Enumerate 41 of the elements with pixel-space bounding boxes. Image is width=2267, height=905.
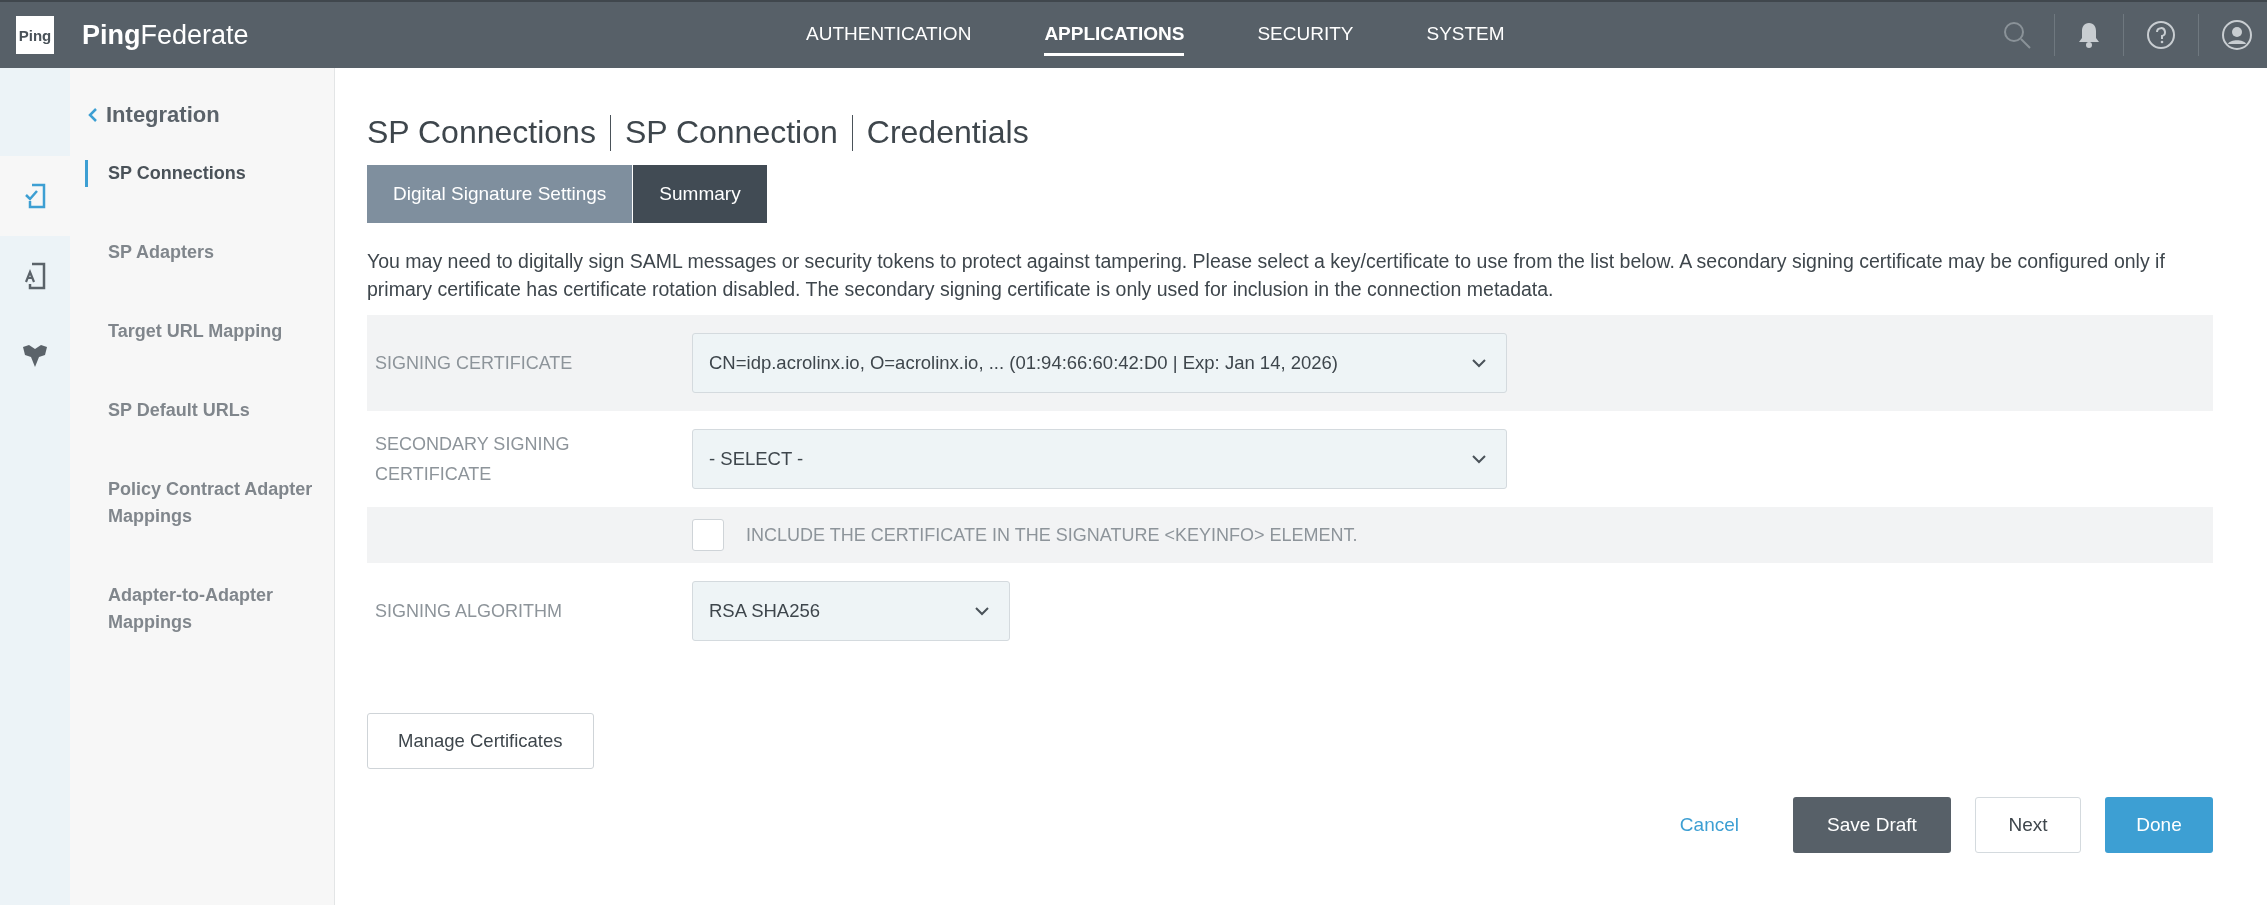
- product-name: PingFederate: [82, 19, 249, 51]
- tablet-check-icon: [24, 183, 46, 209]
- chevron-down-icon: [1472, 358, 1486, 368]
- chevron-down-icon: [975, 606, 989, 616]
- tab[interactable]: Digital Signature Settings: [367, 165, 634, 223]
- sidebar-item[interactable]: SP Adapters: [85, 239, 328, 266]
- breadcrumb-item: SP Connection: [624, 114, 838, 151]
- nav-tab[interactable]: APPLICATIONS: [1044, 14, 1185, 56]
- dropdown-field[interactable]: RSA SHA256: [692, 581, 1010, 641]
- field-label: SECONDARY SIGNING CERTIFICATE: [375, 433, 571, 486]
- dropdown-field[interactable]: - SELECT -: [692, 429, 1507, 489]
- help-icon[interactable]: [2146, 20, 2176, 50]
- nav-tab[interactable]: SECURITY: [1257, 14, 1354, 56]
- tab[interactable]: Summary: [633, 165, 768, 223]
- ping-logo[interactable]: Ping: [16, 16, 54, 54]
- sidebar-item[interactable]: Target URL Mapping: [85, 318, 328, 345]
- checkbox-label: INCLUDE THE CERTIFICATE IN THE SIGNATURE <KEYINFO> ELEMENT.: [746, 524, 1358, 546]
- sidebar-item[interactable]: SP Connections: [85, 160, 328, 187]
- breadcrumb-item: SP Connections: [367, 114, 596, 151]
- chevron-left-icon: [88, 107, 98, 123]
- bell-icon[interactable]: [2077, 21, 2101, 49]
- sidebar-item[interactable]: Policy Contract Adapter Mappings: [85, 476, 328, 530]
- chevron-down-icon: [1472, 454, 1486, 464]
- checkbox[interactable]: [692, 519, 724, 551]
- breadcrumb-item: Credentials: [866, 114, 1029, 151]
- tablet-letter-icon: [24, 262, 46, 290]
- field-label: SIGNING CERTIFICATE: [375, 352, 574, 375]
- nav-tab[interactable]: SYSTEM: [1426, 14, 1505, 56]
- user-avatar-icon[interactable]: [2221, 19, 2253, 51]
- dropdown-field[interactable]: CN=idp.acrolinx.io, O=acrolinx.io, ... (01:94:66:60:42:D0 | Exp: Jan 14, 2026): [692, 333, 1507, 393]
- search-icon[interactable]: [2002, 20, 2032, 50]
- back-link[interactable]: Integration: [88, 102, 334, 128]
- sidebar-item[interactable]: SP Default URLs: [85, 397, 328, 424]
- field-label: SIGNING ALGORITHM: [375, 600, 564, 623]
- save-draft-button[interactable]: Save Draft: [1793, 797, 1951, 853]
- description-text: You may need to digitally sign SAML messages or security tokens to protect against tampering. Please select a key/certificate to use from the list below. A secondary signing certificate may be configured only if primary certificate has certificate rotation disabled. The secondary signing certificate is only used for inclusion in the connection metadata.: [367, 249, 2166, 302]
- next-button[interactable]: Next: [1975, 797, 2081, 853]
- sidebar-item[interactable]: Adapter-to-Adapter Mappings: [85, 582, 328, 636]
- back-label: Integration: [106, 102, 220, 128]
- nav-tab[interactable]: AUTHENTICATION: [806, 14, 972, 56]
- manage-certificates-button[interactable]: Manage Certificates: [367, 713, 594, 769]
